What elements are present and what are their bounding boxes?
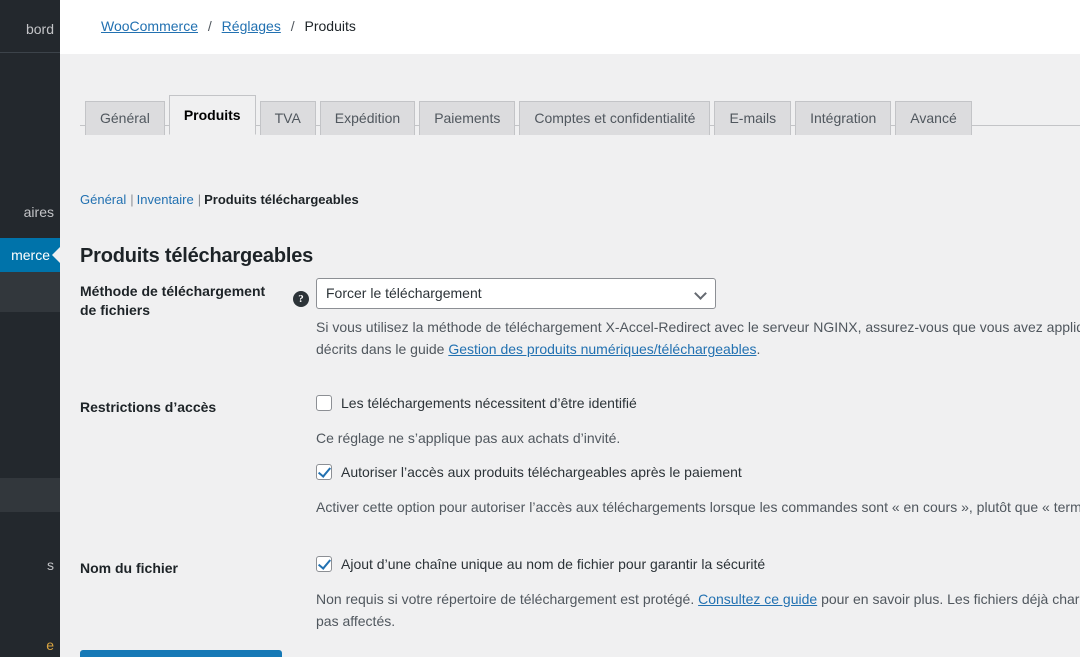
tab-integration[interactable]: Intégration — [795, 101, 892, 136]
filename-description-line2: pas affectés. — [316, 613, 396, 630]
checkbox-label-grant-access-after-payment[interactable]: Autoriser l’accès aux produits télécharg… — [341, 464, 742, 480]
tab-comptes-confidentialite[interactable]: Comptes et confidentialité — [519, 101, 711, 136]
save-changes-button[interactable]: Enregistrer les modifications — [80, 650, 282, 657]
label-download-method: Méthode de téléchargement de fichiers — [80, 283, 266, 318]
filename-description-line1: Non requis si votre répertoire de téléch… — [316, 588, 1080, 610]
download-method-description-suffix: . — [756, 341, 761, 358]
setting-row-filename: Nom du fichier Ajout d’une chaîne unique… — [80, 555, 1080, 655]
filename-description-prefix: Non requis si votre répertoire de téléch… — [316, 591, 699, 607]
checkbox-label-append-unique-string[interactable]: Ajout d’une chaîne unique au nom de fich… — [341, 556, 765, 572]
subnav-separator: | — [197, 192, 202, 207]
tab-tva[interactable]: TVA — [259, 101, 316, 136]
sidebar-item-label: merce — [11, 247, 50, 263]
breadcrumb-link-woocommerce[interactable]: WooCommerce — [101, 18, 198, 34]
woocommerce-settings-page: bord aires merce s e WooCommerce / Régla… — [0, 0, 1080, 657]
breadcrumb-link-reglages[interactable]: Réglages — [222, 18, 281, 34]
tab-expedition[interactable]: Expédition — [319, 101, 416, 136]
breadcrumb: WooCommerce / Réglages / Produits — [101, 18, 356, 34]
label-access-restriction: Restrictions d’accès — [80, 399, 217, 415]
download-method-description-line2: décrits dans le guide Gestion des produi… — [316, 338, 1080, 360]
access-restriction-description-2: Activer cette option pour autoriser l’ac… — [316, 499, 1080, 516]
breadcrumb-current-produits: Produits — [304, 18, 356, 34]
sidebar-item-label: aires — [23, 204, 54, 220]
sidebar-item-label: s — [47, 557, 54, 573]
help-icon[interactable]: ? — [293, 291, 309, 307]
settings-form: Méthode de téléchargement de fichiers ? … — [80, 278, 1080, 655]
subnav-item-inventaire[interactable]: Inventaire — [137, 192, 194, 207]
subnav-separator: | — [130, 192, 134, 207]
breadcrumb-separator: / — [207, 18, 212, 34]
subnav-item-general[interactable]: Général — [80, 192, 126, 207]
download-method-description-prefix2: décrits dans le guide — [316, 341, 449, 358]
settings-tab-bar: Général Produits TVA Expédition Paiements Com… — [80, 86, 1080, 136]
download-method-description-line1: Si vous utilisez la méthode de télécharg… — [316, 316, 1080, 338]
tab-avance[interactable]: Avancé — [895, 101, 972, 136]
download-method-select[interactable]: Forcer le téléchargement — [316, 278, 716, 309]
download-method-select-wrap: Forcer le téléchargement — [316, 278, 716, 309]
top-header-bar: WooCommerce / Réglages / Produits — [60, 0, 1080, 54]
sidebar-current-arrow-icon — [52, 246, 60, 264]
checkbox-grant-access-after-payment[interactable] — [316, 464, 332, 481]
admin-sidebar: bord aires merce s e — [0, 0, 60, 657]
link-gestion-produits-numeriques[interactable]: Gestion des produits numériques/téléchar… — [448, 341, 756, 357]
page-title: Produits téléchargeables — [80, 244, 314, 267]
tab-emails[interactable]: E-mails — [714, 101, 792, 136]
setting-row-access-restriction: Restrictions d’accès Les téléchargements… — [80, 394, 1080, 555]
label-filename: Nom du fichier — [80, 560, 179, 576]
checkbox-line-grant-access: Autoriser l’accès aux produits télécharg… — [316, 463, 1080, 482]
checkbox-label-downloads-require-login[interactable]: Les téléchargements nécessitent d’être i… — [341, 395, 637, 411]
filename-description-suffix: pour en savoir plus. Les fichiers déjà c… — [817, 591, 1080, 607]
breadcrumb-separator: / — [290, 18, 295, 34]
checkbox-line-append-unique-string: Ajout d’une chaîne unique au nom de fich… — [316, 555, 1080, 574]
settings-subnav: Général | Inventaire | Produits téléchargeab… — [80, 192, 359, 207]
checkbox-append-unique-string[interactable] — [316, 556, 332, 572]
checkbox-downloads-require-login[interactable] — [316, 395, 332, 411]
settings-content: Général Produits TVA Expédition Paiements Com… — [60, 54, 1080, 657]
tab-produits[interactable]: Produits — [168, 95, 256, 136]
sidebar-item-woocommerce[interactable]: merce — [0, 238, 60, 272]
tab-paiements[interactable]: Paiements — [419, 101, 516, 136]
subnav-item-produits-telechargeables: Produits téléchargeables — [204, 192, 359, 207]
sidebar-item-label: bord — [25, 21, 54, 37]
access-restriction-description-1: Ce réglage ne s’applique pas aux achats … — [316, 430, 621, 446]
download-method-description-text: Si vous utilisez la méthode de télécharg… — [316, 319, 1080, 335]
checkbox-line-login-required: Les téléchargements nécessitent d’être i… — [316, 394, 1080, 413]
tab-general[interactable]: Général — [85, 101, 165, 136]
setting-row-download-method: Méthode de téléchargement de fichiers ? … — [80, 278, 1080, 394]
link-consultez-ce-guide[interactable]: Consultez ce guide — [698, 591, 817, 607]
